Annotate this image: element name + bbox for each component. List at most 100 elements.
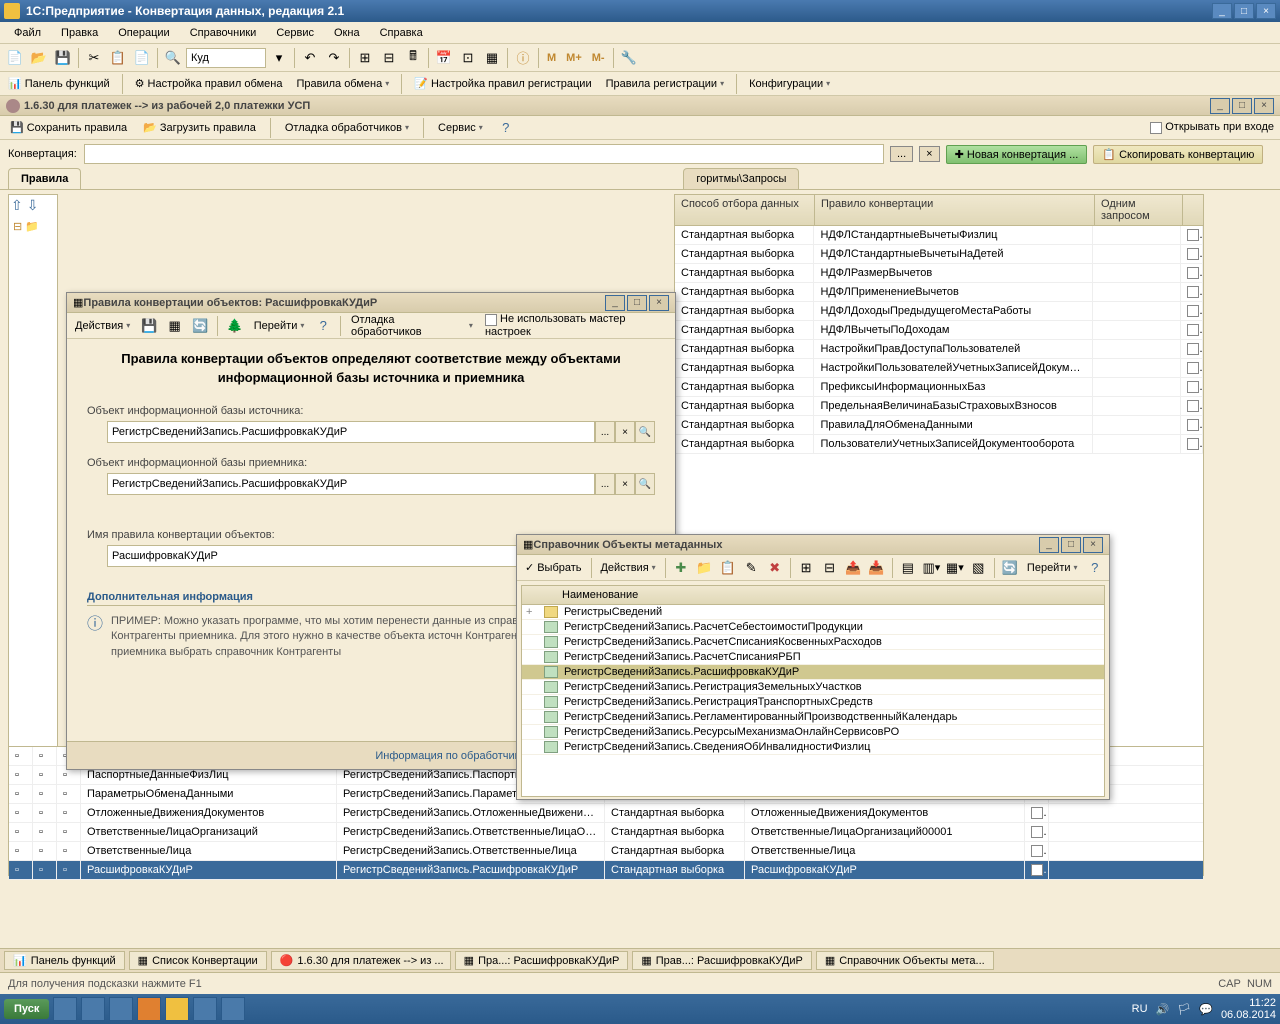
- list-item[interactable]: РегистрСведенийЗапись.РасшифровкаКУДиР: [522, 665, 1104, 680]
- table-row[interactable]: ▫▫▫ОтложенныеДвиженияДокументовРегистрСв…: [9, 804, 1203, 823]
- dlg1-tree-icon[interactable]: 🌲: [224, 315, 246, 337]
- dlg1-list-icon[interactable]: ▦: [164, 315, 186, 337]
- exchange-rules-button[interactable]: Правила обмена ▾: [292, 76, 393, 92]
- dlg2-goto[interactable]: Перейти ▾: [1023, 560, 1082, 576]
- dlg1-help-icon[interactable]: ?: [312, 315, 334, 337]
- dropdown-icon[interactable]: ▾: [268, 47, 290, 69]
- tb-icon-1[interactable]: ⊞: [354, 47, 376, 69]
- tree-down-icon[interactable]: ⇩: [27, 197, 39, 214]
- os-icon-2[interactable]: [81, 997, 105, 1021]
- cut-icon[interactable]: ✂: [83, 47, 105, 69]
- help-icon-2[interactable]: ?: [495, 117, 517, 139]
- start-button[interactable]: Пуск: [4, 999, 49, 1019]
- dlg2-select[interactable]: ✓ Выбрать: [521, 559, 586, 576]
- os-icon-7[interactable]: [221, 997, 245, 1021]
- save-rules-button[interactable]: 💾 Сохранить правила: [6, 119, 131, 136]
- list-item[interactable]: РегистрСведенийЗапись.РегистрацияТранспо…: [522, 695, 1104, 710]
- table-row[interactable]: Стандартная выборкаНДФЛДоходыПредыдущего…: [675, 302, 1203, 321]
- tray-icon-2[interactable]: 🏳: [1177, 1003, 1191, 1016]
- dlg2-i7[interactable]: ▦▾: [945, 557, 965, 579]
- table-row[interactable]: Стандартная выборкаНДФЛРазмерВычетов: [675, 264, 1203, 283]
- table-row[interactable]: Стандартная выборкаПредельнаяВеличинаБаз…: [675, 397, 1203, 416]
- search-icon[interactable]: 🔍: [162, 47, 184, 69]
- tab-algorithms[interactable]: горитмы\Запросы: [683, 168, 799, 189]
- tab-rules[interactable]: Правила: [8, 168, 81, 189]
- new-conversion-button[interactable]: ✚ Новая конвертация ...: [946, 145, 1088, 164]
- reg-rules-button[interactable]: Правила регистрации ▾: [602, 76, 729, 92]
- list-item[interactable]: РегистрСведенийЗапись.РасчетСебестоимост…: [522, 620, 1104, 635]
- table-row[interactable]: Стандартная выборкаНДФЛПрименениеВычетов: [675, 283, 1203, 302]
- source-input[interactable]: [107, 421, 595, 443]
- tb-icon-4[interactable]: ▦: [481, 47, 503, 69]
- dlg1-actions[interactable]: Действия ▾: [71, 318, 134, 334]
- dlg1-save-icon[interactable]: 💾: [138, 315, 160, 337]
- configurations-button[interactable]: Конфигурации ▾: [745, 76, 834, 92]
- task-catalog[interactable]: ▦ Справочник Объекты мета...: [816, 951, 994, 970]
- os-icon-3[interactable]: [109, 997, 133, 1021]
- maximize-button[interactable]: □: [1234, 3, 1254, 19]
- exchange-settings-button[interactable]: ⚙ Настройка правил обмена: [131, 75, 287, 92]
- menu-file[interactable]: Файл: [6, 25, 49, 41]
- dlg1-goto[interactable]: Перейти ▾: [250, 318, 309, 334]
- task-rule1[interactable]: ▦ Пра...: РасшифровкаКУДиР: [455, 951, 629, 970]
- source-lookup[interactable]: 🔍: [635, 421, 655, 443]
- search-input[interactable]: [186, 48, 266, 68]
- dlg2-refresh-icon[interactable]: 🔄: [999, 557, 1019, 579]
- new-icon[interactable]: 📄: [4, 47, 26, 69]
- tree-up-icon[interactable]: ⇧: [11, 197, 23, 214]
- no-wizard-checkbox[interactable]: Не использовать мастер настроек: [485, 313, 671, 337]
- tray-icon-3[interactable]: 💬: [1199, 1003, 1213, 1016]
- menu-edit[interactable]: Правка: [53, 25, 106, 41]
- dlg2-i2[interactable]: ⊟: [819, 557, 839, 579]
- subwin-maximize[interactable]: □: [1232, 98, 1252, 114]
- task-conv[interactable]: 🔴 1.6.30 для платежек --> из ...: [271, 951, 451, 970]
- list-item[interactable]: РегистрСведенийЗапись.СведенияОбИнвалидн…: [522, 740, 1104, 755]
- list-item[interactable]: РегистрСведенийЗапись.РасчетСписанияКосв…: [522, 635, 1104, 650]
- help-icon[interactable]: ⓘ: [512, 47, 534, 69]
- dlg2-delete-icon[interactable]: ✖: [764, 557, 784, 579]
- dlg2-i4[interactable]: 📥: [866, 557, 886, 579]
- list-item[interactable]: +РегистрыСведений: [522, 605, 1104, 620]
- conversion-input[interactable]: [84, 144, 884, 164]
- tb-icon-2[interactable]: ⊟: [378, 47, 400, 69]
- table-row[interactable]: Стандартная выборкаНДФЛСтандартныеВычеты…: [675, 226, 1203, 245]
- m-plus-button[interactable]: M+: [562, 52, 586, 64]
- dlg2-maximize[interactable]: □: [1061, 537, 1081, 553]
- task-panel[interactable]: 📊 Панель функций: [4, 951, 125, 970]
- os-icon-4[interactable]: [137, 997, 161, 1021]
- menu-help[interactable]: Справка: [372, 25, 431, 41]
- dlg1-refresh-icon[interactable]: 🔄: [190, 315, 212, 337]
- os-icon-1[interactable]: [53, 997, 77, 1021]
- table-row[interactable]: Стандартная выборкаПравилаДляОбменаДанны…: [675, 416, 1203, 435]
- table-row[interactable]: ▫▫▫ОтветственныеЛицаОрганизацийРегистрСв…: [9, 823, 1203, 842]
- menu-operations[interactable]: Операции: [110, 25, 177, 41]
- tree-folder-icon[interactable]: ⊟ 📁: [9, 216, 57, 237]
- task-rule2[interactable]: ▦ Прав...: РасшифровкаКУДиР: [632, 951, 812, 970]
- copy-icon[interactable]: 📋: [107, 47, 129, 69]
- m-minus-button[interactable]: M-: [588, 52, 609, 64]
- os-icon-5[interactable]: [165, 997, 189, 1021]
- dest-clear[interactable]: ×: [615, 473, 635, 495]
- list-item[interactable]: РегистрСведенийЗапись.РасчетСписанияРБП: [522, 650, 1104, 665]
- dlg2-col-name[interactable]: Наименование: [522, 586, 1104, 605]
- table-row[interactable]: Стандартная выборкаНДФЛВычетыПоДоходам: [675, 321, 1203, 340]
- col-single-query[interactable]: Одним запросом: [1095, 195, 1183, 225]
- dlg2-folder-icon[interactable]: 📁: [694, 557, 714, 579]
- dlg2-i6[interactable]: ▥▾: [921, 557, 941, 579]
- table-row[interactable]: ▫▫▫ОтветственныеЛицаРегистрСведенийЗапис…: [9, 842, 1203, 861]
- table-row[interactable]: Стандартная выборкаНДФЛСтандартныеВычеты…: [675, 245, 1203, 264]
- dlg1-minimize[interactable]: _: [605, 295, 625, 311]
- close-button[interactable]: ×: [1256, 3, 1276, 19]
- load-rules-button[interactable]: 📂 Загрузить правила: [139, 119, 260, 136]
- list-item[interactable]: РегистрСведенийЗапись.РегистрацияЗемельн…: [522, 680, 1104, 695]
- dlg2-i1[interactable]: ⊞: [796, 557, 816, 579]
- table-row[interactable]: Стандартная выборкаНастройкиПользователе…: [675, 359, 1203, 378]
- menu-windows[interactable]: Окна: [326, 25, 368, 41]
- list-item[interactable]: РегистрСведенийЗапись.Регламентированный…: [522, 710, 1104, 725]
- undo-icon[interactable]: ↶: [299, 47, 321, 69]
- dlg2-add-icon[interactable]: ✚: [671, 557, 691, 579]
- tray-lang[interactable]: RU: [1132, 1003, 1148, 1015]
- dlg1-maximize[interactable]: □: [627, 295, 647, 311]
- col-selection-method[interactable]: Способ отбора данных: [675, 195, 815, 225]
- dlg1-close[interactable]: ×: [649, 295, 669, 311]
